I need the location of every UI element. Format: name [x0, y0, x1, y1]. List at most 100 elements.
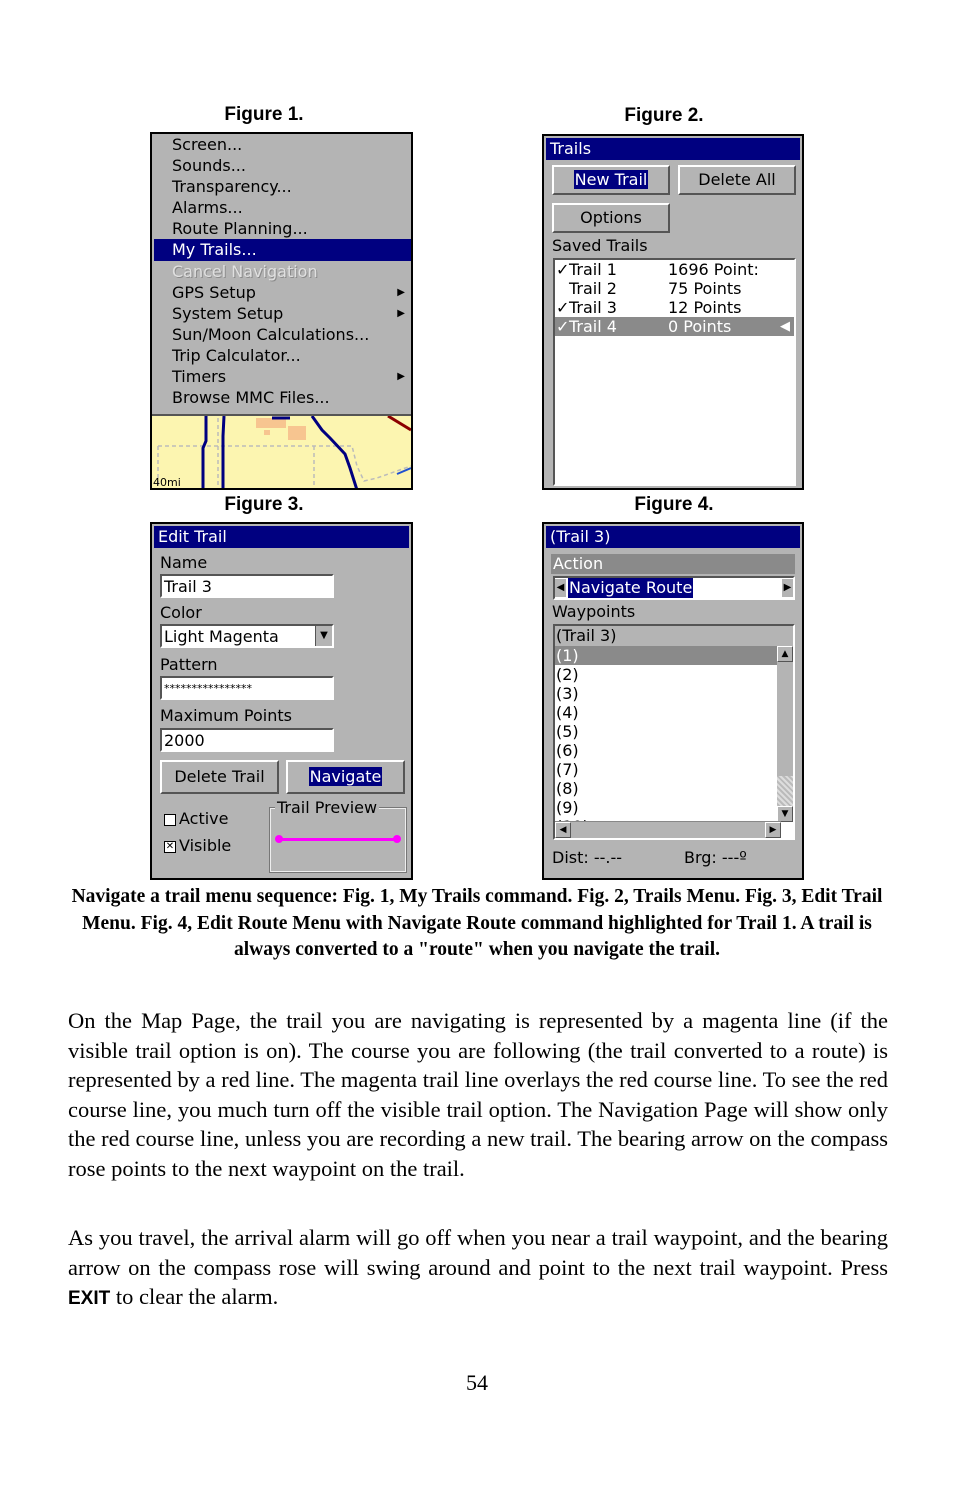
map-highway	[387, 416, 411, 432]
trail-row[interactable]: ✓ Trail 1 1696 Point:	[555, 260, 794, 279]
chevron-down-icon[interactable]: ▼	[315, 626, 332, 646]
body-paragraph-2: As you travel, the arrival alarm will go…	[68, 1223, 888, 1314]
menu-item[interactable]: Sun/Moon Calculations...	[152, 324, 411, 345]
paragraph-2-text: As you travel, the arrival alarm will go…	[68, 1225, 888, 1280]
waypoint-row[interactable]: (9)	[555, 798, 778, 817]
figure-caption: Navigate a trail menu sequence: Fig. 1, …	[71, 886, 883, 960]
navigate-button[interactable]: Navigate	[286, 760, 405, 794]
name-field[interactable]: Trail 3	[160, 574, 334, 598]
trail-points: 12 Points	[668, 298, 742, 317]
new-trail-button-label: New Trail	[573, 170, 649, 189]
submenu-arrow-icon: ▶	[397, 307, 405, 319]
trail-name: Trail 2	[569, 279, 617, 298]
map-river	[396, 467, 411, 475]
scroll-right-icon[interactable]: ▶	[765, 822, 781, 838]
active-checkbox[interactable]: Active	[164, 809, 229, 828]
checkbox-unchecked-icon	[164, 813, 176, 826]
waypoint-row[interactable]: (3)	[555, 684, 778, 703]
trail-name: Trail 3	[569, 298, 617, 317]
map-boundary	[158, 445, 411, 482]
scroll-up-icon[interactable]: ▲	[777, 646, 793, 662]
trail-points: 1696 Point:	[668, 260, 759, 279]
menu-item-label: Transparency...	[172, 177, 292, 197]
menu-item: Cancel Navigation	[152, 261, 411, 282]
trail-row[interactable]: ✓ Trail 3 12 Points	[555, 298, 794, 317]
menu-item[interactable]: Timers ▶	[152, 366, 411, 387]
visible-label: Visible	[179, 836, 232, 855]
scroll-down-icon[interactable]: ▼	[777, 806, 793, 822]
waypoint-row[interactable]: (1)	[555, 646, 778, 665]
waypoint-row[interactable]: (5)	[555, 722, 778, 741]
color-label: Color	[160, 603, 202, 622]
trail-preview-label: Trail Preview	[275, 798, 380, 817]
menu-item[interactable]: Browse MMC Files...	[152, 387, 411, 408]
menu-item[interactable]: My Trails...	[154, 239, 411, 261]
menu-item-label: Trip Calculator...	[172, 345, 301, 365]
selection-pointer-icon: ◀	[780, 319, 790, 334]
delete-trail-button[interactable]: Delete Trail	[160, 760, 279, 794]
map-urban-area	[288, 426, 306, 440]
waypoint-row[interactable]: (4)	[555, 703, 778, 722]
menu-item[interactable]: Route Planning...	[152, 218, 411, 239]
menu-item[interactable]: Screen...	[152, 134, 411, 155]
color-dropdown[interactable]: Light Magenta ▼	[160, 624, 334, 648]
menu-item[interactable]: System Setup ▶	[152, 303, 411, 324]
delete-all-button[interactable]: Delete All	[678, 165, 796, 195]
menu-item[interactable]: Transparency...	[152, 176, 411, 197]
waypoint-row[interactable]: (7)	[555, 760, 778, 779]
checkmark-icon: ✓	[556, 298, 570, 317]
new-trail-button[interactable]: New Trail	[552, 165, 670, 195]
delete-trail-button-label: Delete Trail	[174, 767, 265, 786]
action-label: Action	[551, 554, 795, 574]
pattern-field[interactable]: ****************	[160, 676, 334, 700]
figure-2-trails-menu: Trails New Trail Delete All Options Save…	[542, 134, 804, 490]
color-value: Light Magenta	[164, 627, 279, 646]
visible-checkbox[interactable]: ✕ Visible	[164, 836, 231, 855]
menu-item[interactable]: GPS Setup ▶	[152, 282, 411, 303]
map-urban-area	[264, 430, 270, 435]
arrow-right-icon[interactable]: ▶	[782, 579, 793, 597]
figure-3-label: Figure 3.	[224, 494, 304, 515]
menu-item-label: GPS Setup	[172, 282, 256, 302]
waypoint-row[interactable]: (6)	[555, 741, 778, 760]
trail-preview-start-dot	[275, 835, 283, 843]
menu-item[interactable]: Sounds...	[152, 155, 411, 176]
maximum-points-label: Maximum Points	[160, 706, 292, 725]
paragraph-2-text-end: to clear the alarm.	[110, 1284, 279, 1309]
figure-4-edit-route: (Trail 3) Action ◀ Navigate Route ▶ Wayp…	[542, 522, 804, 880]
menu-item-label: Screen...	[172, 135, 243, 154]
action-value: Navigate Route	[568, 578, 694, 598]
map-scale: 40mi	[153, 476, 181, 489]
maximum-points-field[interactable]: 2000	[160, 728, 334, 752]
navigate-button-label: Navigate	[308, 767, 383, 786]
trail-preview-box: Trail Preview	[269, 798, 407, 873]
options-button[interactable]: Options	[552, 203, 670, 233]
menu-item[interactable]: Trip Calculator...	[152, 345, 411, 366]
arrow-left-icon[interactable]: ◀	[555, 579, 566, 597]
saved-trails-list[interactable]: ✓ Trail 1 1696 Point: Trail 2 75 Points ✓ Trai…	[553, 258, 796, 486]
horizontal-scrollbar[interactable]: ◀ ▶	[555, 821, 781, 838]
menu-item[interactable]: Alarms...	[152, 197, 411, 218]
menu-item-label: Route Planning...	[172, 219, 308, 239]
page-number: 54	[466, 1370, 488, 1395]
action-selector[interactable]: ◀ Navigate Route ▶	[553, 576, 795, 600]
vertical-scrollbar[interactable]: ▲ ▼	[777, 646, 793, 822]
figure-1-label: Figure 1.	[224, 104, 304, 125]
trail-row[interactable]: Trail 2 75 Points	[555, 279, 794, 298]
trail-points: 75 Points	[668, 279, 742, 298]
submenu-arrow-icon: ▶	[397, 286, 405, 298]
scroll-left-icon[interactable]: ◀	[555, 822, 571, 838]
trail-row[interactable]: ✓ Trail 4 0 Points ◀	[555, 317, 794, 336]
saved-trails-label: Saved Trails	[552, 236, 648, 255]
waypoint-row[interactable]: (8)	[555, 779, 778, 798]
menu-item-label: My Trails...	[172, 240, 257, 260]
map-background: 40mi	[152, 416, 411, 489]
scrollbar-thumb[interactable]	[777, 776, 793, 808]
main-menu: Screen... Sounds... Transparency... Alarms.…	[152, 134, 411, 416]
menu-item-label: Sun/Moon Calculations...	[172, 324, 370, 344]
options-button-label: Options	[580, 208, 642, 227]
trail-name: Trail 1	[569, 260, 617, 279]
waypoint-row[interactable]: (2)	[555, 665, 778, 684]
waypoints-list[interactable]: (Trail 3) (1)(2)(3)(4)(5)(6)(7)(8)(9)(10…	[553, 624, 795, 840]
waypoint-rows: (1)(2)(3)(4)(5)(6)(7)(8)(9)(10)	[555, 646, 793, 836]
